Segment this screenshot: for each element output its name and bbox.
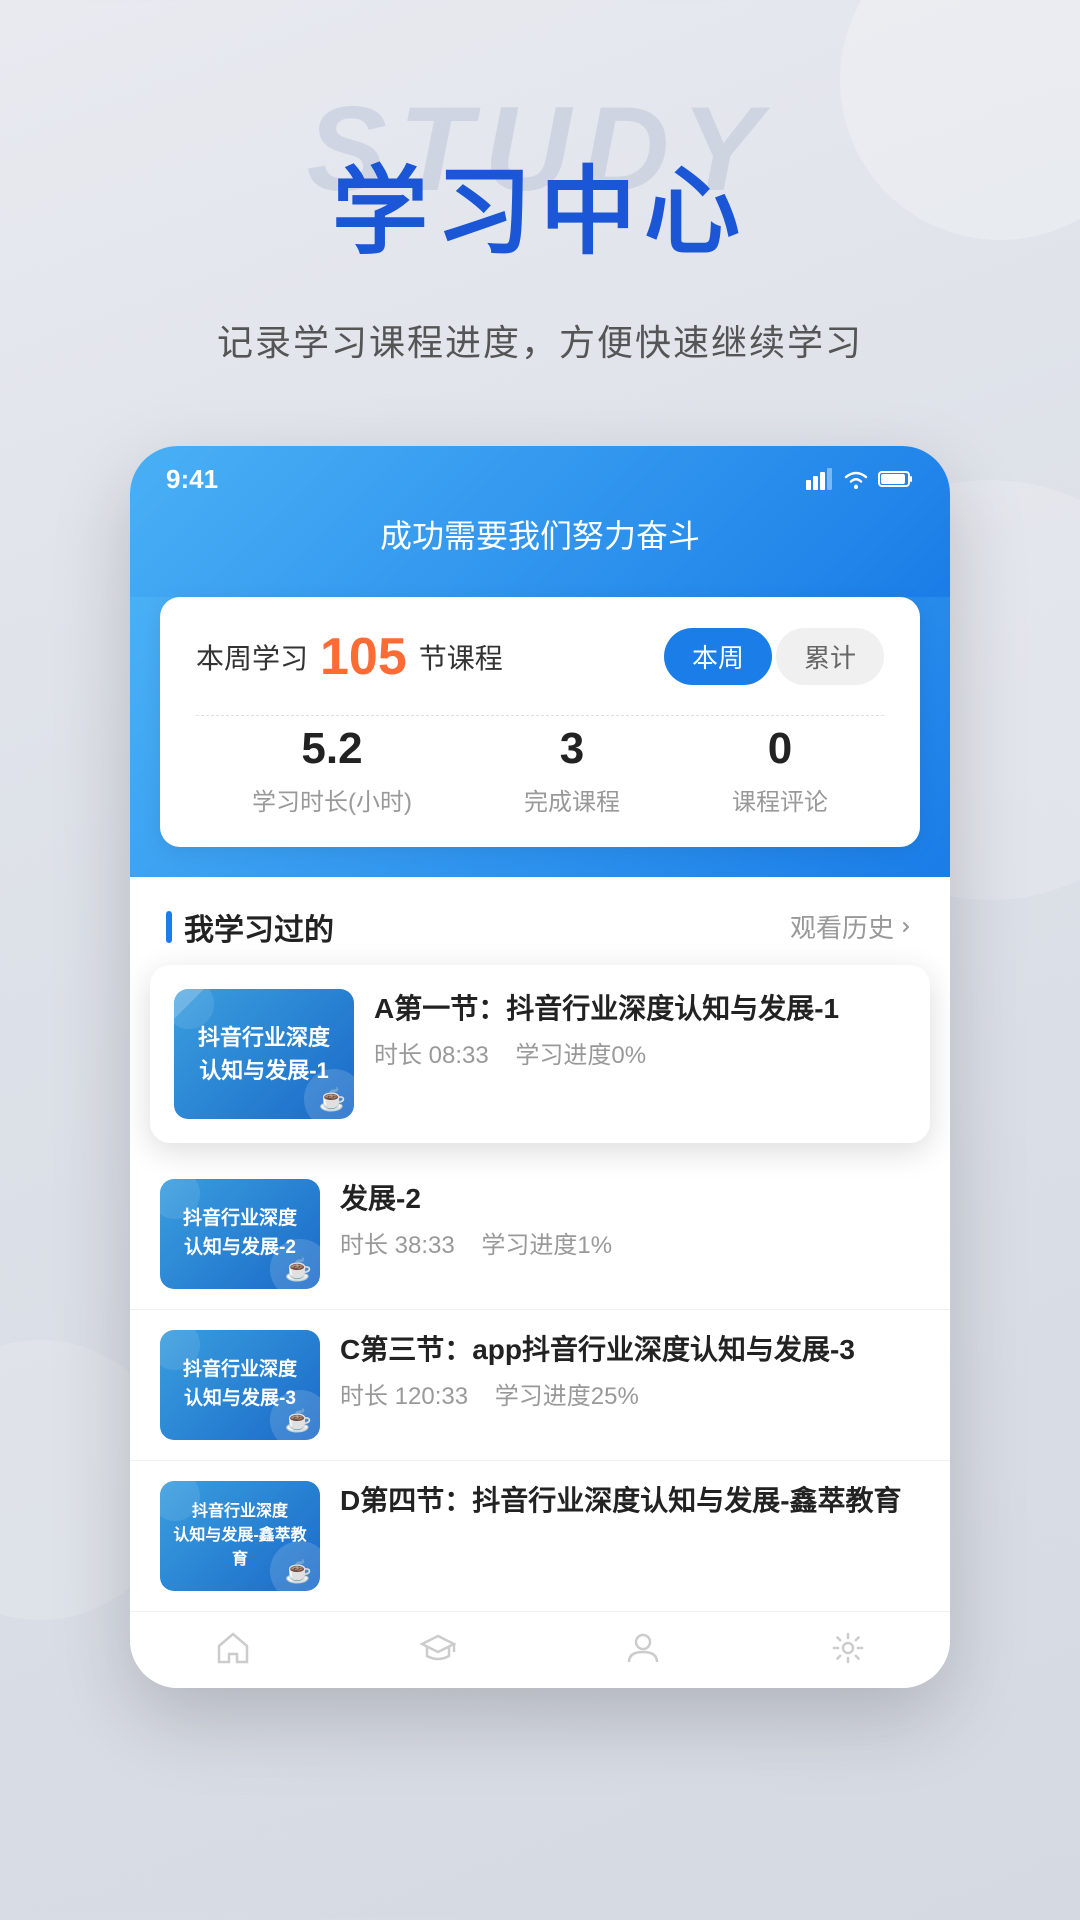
tab-group: 本周 累计: [664, 628, 884, 685]
home-icon: [213, 1628, 253, 1668]
status-time: 9:41: [166, 464, 218, 495]
course-thumb-text-1: 抖音行业深度认知与发展-1: [190, 1013, 338, 1095]
course-list: 抖音行业深度认知与发展-1 ☕ A第一节：抖音行业深度认知与发展-1 时长 08…: [130, 965, 950, 1611]
phone-header: 9:41: [130, 446, 950, 597]
nav-item-home[interactable]: [213, 1628, 253, 1668]
graduation-icon: [418, 1628, 458, 1668]
page-title: 学习中心: [332, 160, 748, 266]
battery-icon: [878, 469, 914, 489]
history-link-text: 观看历史: [790, 908, 894, 945]
status-icons: [806, 468, 914, 490]
stats-numbers-row: 5.2 学习时长(小时) 3 完成课程 0 课程评论: [196, 715, 884, 817]
course-card-4[interactable]: 抖音行业深度认知与发展-鑫萃教育 ☕ D第四节：抖音行业深度认知与发展-鑫萃教育: [130, 1461, 950, 1611]
person-icon: [623, 1628, 663, 1668]
page-subtitle: 记录学习课程进度，方便快速继续学习: [217, 314, 863, 366]
course-thumb-text-2: 抖音行业深度认知与发展-2: [175, 1197, 305, 1270]
bottom-nav: [130, 1611, 950, 1688]
course-thumb-text-4: 抖音行业深度认知与发展-鑫萃教育: [160, 1492, 320, 1580]
stat-value-hours: 5.2: [301, 724, 362, 774]
stat-label-completed: 完成课程: [524, 782, 620, 817]
course-thumb-1: 抖音行业深度认知与发展-1 ☕: [174, 989, 354, 1119]
stat-item-reviews: 0 课程评论: [732, 724, 828, 817]
status-bar: 9:41: [130, 446, 950, 495]
wifi-icon: [842, 468, 870, 490]
course-info-3: C第三节：app抖音行业深度认知与发展-3 时长 120:33 学习进度25%: [340, 1330, 920, 1415]
course-progress-3: 学习进度25%: [495, 1383, 639, 1410]
nav-item-settings[interactable]: [828, 1628, 868, 1668]
course-title-4: D第四节：抖音行业深度认知与发展-鑫萃教育: [340, 1481, 920, 1520]
course-title-1: A第一节：抖音行业深度认知与发展-1: [374, 989, 906, 1028]
course-meta-3: 时长 120:33 学习进度25%: [340, 1379, 920, 1415]
chevron-right-icon: [898, 919, 914, 935]
stats-number: 105: [320, 627, 407, 687]
course-thumb-4: 抖音行业深度认知与发展-鑫萃教育 ☕: [160, 1481, 320, 1591]
settings-icon: [828, 1628, 868, 1668]
stat-value-completed: 3: [560, 724, 584, 774]
course-title-2: 发展-2: [340, 1179, 920, 1218]
course-title-3: C第三节：app抖音行业深度认知与发展-3: [340, 1330, 920, 1369]
course-progress-2: 学习进度1%: [481, 1232, 612, 1259]
section-header: 我学习过的 观看历史: [130, 877, 950, 965]
course-thumb-text-3: 抖音行业深度认知与发展-3: [175, 1348, 305, 1421]
course-meta-1: 时长 08:33 学习进度0%: [374, 1038, 906, 1074]
stat-value-reviews: 0: [768, 724, 792, 774]
course-thumb-2: 抖音行业深度认知与发展-2 ☕: [160, 1179, 320, 1289]
stats-card: 本周学习 105 节课程 本周 累计 5.2 学习时长(小时): [160, 597, 920, 847]
tab-week-button[interactable]: 本周: [664, 628, 772, 685]
course-info-4: D第四节：抖音行业深度认知与发展-鑫萃教育: [340, 1481, 920, 1520]
nav-item-courses[interactable]: [418, 1628, 458, 1668]
course-meta-2: 时长 38:33 学习进度1%: [340, 1228, 920, 1264]
stats-suffix: 节课程: [419, 637, 503, 677]
course-duration-2: 时长 38:33: [340, 1232, 455, 1259]
course-card-featured[interactable]: 抖音行业深度认知与发展-1 ☕ A第一节：抖音行业深度认知与发展-1 时长 08…: [150, 965, 930, 1143]
stat-item-hours: 5.2 学习时长(小时): [252, 724, 412, 817]
course-info-2: 发展-2 时长 38:33 学习进度1%: [340, 1179, 920, 1264]
stat-label-hours: 学习时长(小时): [252, 782, 412, 817]
course-thumb-3: 抖音行业深度认知与发展-3 ☕: [160, 1330, 320, 1440]
stat-label-reviews: 课程评论: [732, 782, 828, 817]
section-title: 我学习过的: [184, 905, 334, 949]
signal-icon: [806, 468, 834, 490]
course-progress-1: 学习进度0%: [515, 1042, 646, 1069]
phone-mockup: 9:41: [130, 446, 950, 1688]
phone-nav-title: 成功需要我们努力奋斗: [130, 511, 950, 567]
nav-item-profile[interactable]: [623, 1628, 663, 1668]
history-link[interactable]: 观看历史: [790, 908, 914, 945]
stat-item-completed: 3 完成课程: [524, 724, 620, 817]
course-card-2[interactable]: 抖音行业深度认知与发展-2 ☕ 发展-2 时长 38:33 学习进度1%: [130, 1159, 950, 1310]
section-bar-decoration: [166, 911, 172, 943]
course-card-3[interactable]: 抖音行业深度认知与发展-3 ☕ C第三节：app抖音行业深度认知与发展-3 时长…: [130, 1310, 950, 1461]
tab-total-button[interactable]: 累计: [776, 628, 884, 685]
stats-prefix: 本周学习: [196, 637, 308, 677]
course-info-1: A第一节：抖音行业深度认知与发展-1 时长 08:33 学习进度0%: [374, 989, 906, 1074]
course-duration-1: 时长 08:33: [374, 1042, 489, 1069]
section-title-wrapper: 我学习过的: [166, 905, 334, 949]
stats-top-row: 本周学习 105 节课程 本周 累计: [196, 627, 884, 687]
course-duration-3: 时长 120:33: [340, 1383, 468, 1410]
